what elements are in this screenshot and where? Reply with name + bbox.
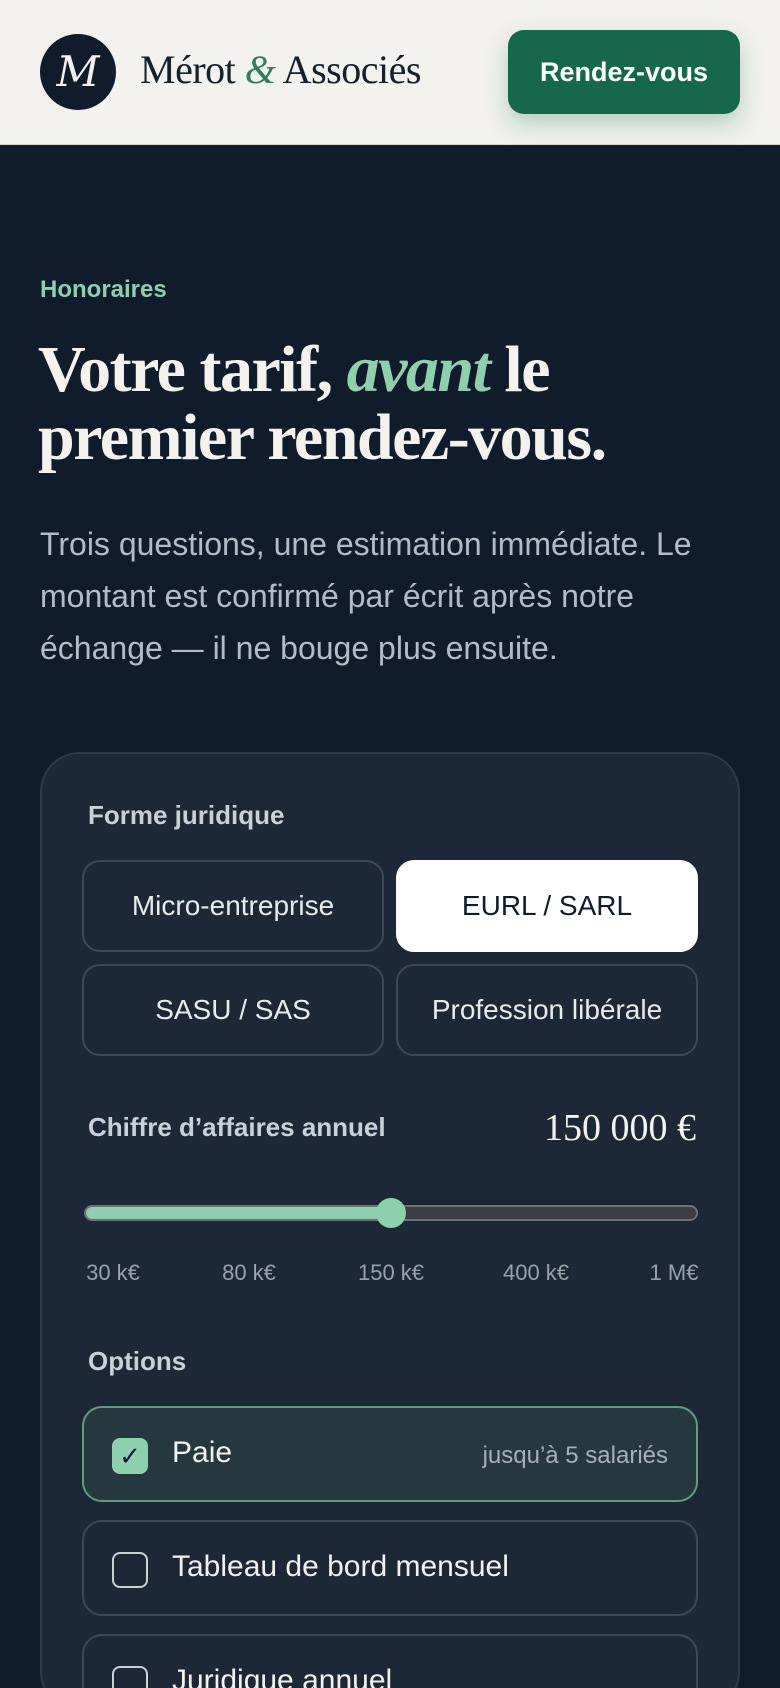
slider-tick: 80 k€ — [222, 1260, 276, 1285]
option-note: jusqu’à 5 salariés — [482, 1442, 668, 1469]
legal-form-label: Forme juridique — [88, 800, 285, 830]
slider-thumb[interactable] — [376, 1198, 406, 1228]
intro-paragraph: Trois questions, une estimation immédiat… — [40, 526, 692, 666]
checkbox[interactable] — [112, 1552, 148, 1588]
brand-name[interactable]: Mérot & Associés — [140, 46, 421, 93]
revenue-label: Chiffre d’affaires annuel — [88, 1112, 386, 1142]
revenue-slider[interactable] — [84, 1198, 698, 1228]
option-label: Tableau de bord mensuel — [172, 1550, 509, 1583]
site-header: M Mérot & Associés Rendez-vous — [0, 0, 780, 145]
title-accent: avant — [346, 333, 491, 406]
slider-tick: 1 M€ — [649, 1260, 699, 1285]
title-part1: Votre tarif, — [38, 333, 347, 406]
legal-form-option[interactable]: EURL / SARL — [396, 860, 698, 952]
logo-mark[interactable]: M — [40, 34, 116, 110]
option-annual-legal[interactable]: Juridique annuel — [82, 1634, 698, 1688]
legal-form-option[interactable]: Profession libérale — [396, 964, 698, 1056]
option-label: Juridique annuel — [172, 1664, 393, 1688]
slider-tick: 30 k€ — [86, 1260, 140, 1285]
brand-name-part2: Associés — [275, 47, 422, 92]
slider-tick: 150 k€ — [357, 1260, 425, 1285]
slider-fill — [86, 1207, 391, 1219]
section-eyebrow: Honoraires — [40, 276, 167, 303]
option-monthly-dashboard[interactable]: Tableau de bord mensuel — [82, 1520, 698, 1616]
legal-form-option[interactable]: Micro-entreprise — [82, 860, 384, 952]
options-label: Options — [88, 1346, 187, 1376]
brand-ampersand: & — [244, 47, 276, 92]
page-title: Votre tarif, avant le premier rendez-vou… — [38, 336, 758, 472]
option-label: Paie — [172, 1436, 233, 1469]
fee-estimator-card: Forme juridique Micro-entreprise EURL / … — [40, 752, 740, 1688]
slider-tick: 400 k€ — [502, 1260, 570, 1285]
revenue-value: 150 000 € — [544, 1107, 696, 1149]
brand-name-part1: Mérot — [140, 47, 245, 92]
checkbox[interactable] — [112, 1666, 148, 1688]
legal-form-option[interactable]: SASU / SAS — [82, 964, 384, 1056]
checkmark-icon[interactable]: ✓ — [112, 1438, 148, 1474]
appointment-button[interactable]: Rendez-vous — [508, 30, 740, 114]
option-payroll[interactable]: ✓ Paie jusqu’à 5 salariés — [82, 1406, 698, 1502]
